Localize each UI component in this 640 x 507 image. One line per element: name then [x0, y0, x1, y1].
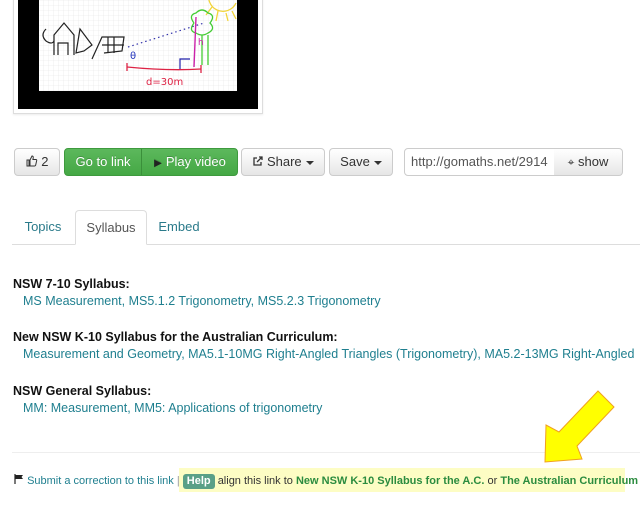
go-to-link-button[interactable]: Go to link: [65, 149, 141, 175]
tab-topics[interactable]: Topics: [12, 210, 74, 243]
video-thumbnail[interactable]: θ h d=30m: [18, 0, 258, 109]
short-url-field[interactable]: [404, 148, 556, 176]
svg-text:h: h: [198, 38, 204, 48]
tab-embed[interactable]: Embed: [146, 210, 212, 243]
play-video-button[interactable]: ▶ Play video: [141, 149, 237, 175]
play-video-label: Play video: [165, 154, 226, 169]
or-text: or: [487, 475, 498, 487]
share-button[interactable]: Share: [241, 148, 325, 176]
help-badge[interactable]: Help: [182, 474, 215, 489]
syllabus-link[interactable]: MM5: Applications of trigonometry: [134, 401, 322, 415]
syllabus-title: NSW 7-10 Syllabus:: [13, 277, 130, 291]
syllabus-link[interactable]: MM: Measurement: [23, 401, 127, 415]
syllabus-link[interactable]: MA5.1-10MG Right-Angled Triangles (Trigo…: [188, 347, 477, 361]
thumbnail-drawing: θ h d=30m: [39, 0, 237, 91]
syllabus-link[interactable]: MS5.1.2 Trigonometry: [129, 294, 251, 308]
thumbs-up-icon: [26, 154, 42, 169]
syllabus-link[interactable]: MS Measurement: [23, 294, 122, 308]
content-tabs: Topics Syllabus Embed: [12, 210, 640, 245]
go-to-link-label: Go to link: [75, 154, 131, 169]
syllabus-links: MS Measurement, MS5.1.2 Trigonometry, MS…: [23, 294, 381, 308]
syllabus-link[interactable]: MA5.2-13MG Right-Angled: [484, 347, 634, 361]
show-label: show: [578, 154, 609, 169]
caret-down-icon: [373, 160, 382, 165]
syllabus-links: Measurement and Geometry, MA5.1-10MG Rig…: [23, 347, 635, 361]
svg-text:θ: θ: [130, 51, 136, 62]
syllabus-link[interactable]: MS5.2.3 Trigonometry: [258, 294, 381, 308]
share-icon: [252, 154, 267, 169]
align-text: align this link to: [217, 475, 293, 487]
align-ac-link[interactable]: The Australian Curriculum: [500, 475, 638, 487]
svg-text:d=30m: d=30m: [146, 77, 183, 88]
share-label: Share: [266, 154, 302, 169]
video-thumbnail-frame[interactable]: θ h d=30m: [13, 0, 263, 114]
show-url-button[interactable]: ⌖ show: [554, 148, 623, 176]
tab-syllabus[interactable]: Syllabus: [75, 210, 147, 245]
save-label: Save: [340, 154, 370, 169]
syllabus-links: MM: Measurement, MM5: Applications of tr…: [23, 401, 323, 415]
syllabus-title: New NSW K-10 Syllabus for the Australian…: [13, 330, 338, 344]
align-k10-link[interactable]: New NSW K-10 Syllabus for the A.C.: [296, 475, 484, 487]
submit-correction-link[interactable]: Submit a correction to this link: [27, 475, 174, 487]
flag-icon: [14, 474, 27, 487]
play-icon: ▶: [154, 158, 162, 169]
syllabus-title: NSW General Syllabus:: [13, 384, 152, 398]
like-button[interactable]: 2: [14, 148, 60, 176]
save-button[interactable]: Save: [329, 148, 393, 176]
caret-down-icon: [305, 160, 314, 165]
syllabus-link[interactable]: Measurement and Geometry: [23, 347, 181, 361]
footer-bar: Submit a correction to this link | Help …: [14, 474, 638, 489]
separator: |: [176, 475, 180, 487]
divider: [12, 452, 640, 453]
primary-button-group: Go to link ▶ Play video: [64, 148, 238, 176]
expand-icon: ⌖: [567, 155, 575, 169]
like-count: 2: [41, 154, 49, 169]
